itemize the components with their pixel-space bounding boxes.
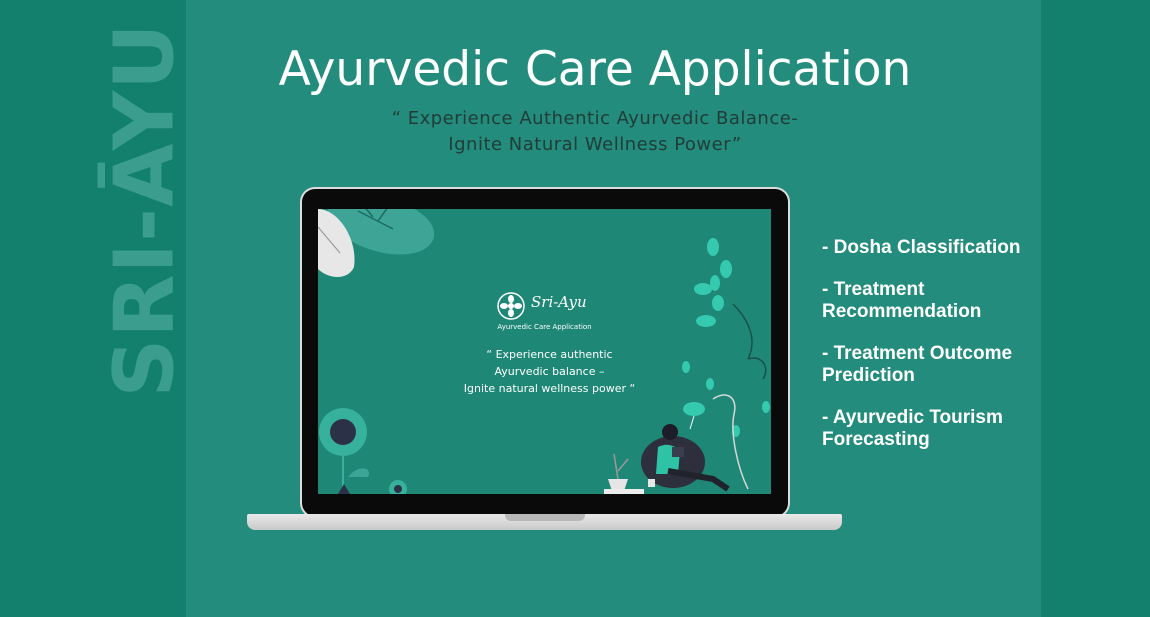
- screen-quote-line-2: Ayurvedic balance –: [494, 365, 605, 378]
- tagline: “ Experience Authentic Ayurvedic Balance…: [0, 106, 1150, 158]
- screen-quote: “ Experience authentic Ayurvedic balance…: [318, 346, 771, 397]
- page-title: Ayurvedic Care Application: [278, 42, 912, 97]
- lotus-logo-icon: [497, 292, 525, 320]
- laptop-notch: [505, 514, 585, 521]
- feature-treatment-outcome-prediction: - Treatment Outcome Prediction: [822, 343, 1013, 386]
- tagline-line-1: “ Experience Authentic Ayurvedic Balance…: [391, 108, 799, 129]
- feature-list: - Dosha Classification - Treatment Recom…: [822, 237, 1032, 471]
- screen-subtitle: Ayurvedic Care Application: [497, 323, 592, 331]
- screen-brand-name: Sri-Ayu: [531, 293, 587, 311]
- feature-ayurvedic-tourism-forecasting: - Ayurvedic Tourism Forecasting: [822, 407, 1003, 450]
- screen-quote-line-1: “ Experience authentic: [486, 348, 613, 361]
- sunflower-icon: [319, 408, 367, 456]
- screen-quote-line-3: Ignite natural wellness power “: [463, 382, 636, 395]
- tagline-line-2: Ignite Natural Wellness Power”: [448, 134, 742, 155]
- feature-treatment-recommendation: - Treatment Recommendation: [822, 279, 982, 322]
- person-head-icon: [662, 424, 678, 440]
- droplet-leaf-icon: [707, 238, 719, 256]
- feature-dosha-classification: - Dosha Classification: [822, 237, 1021, 258]
- laptop-screen: Sri-Ayu Ayurvedic Care Application “ Exp…: [318, 209, 771, 494]
